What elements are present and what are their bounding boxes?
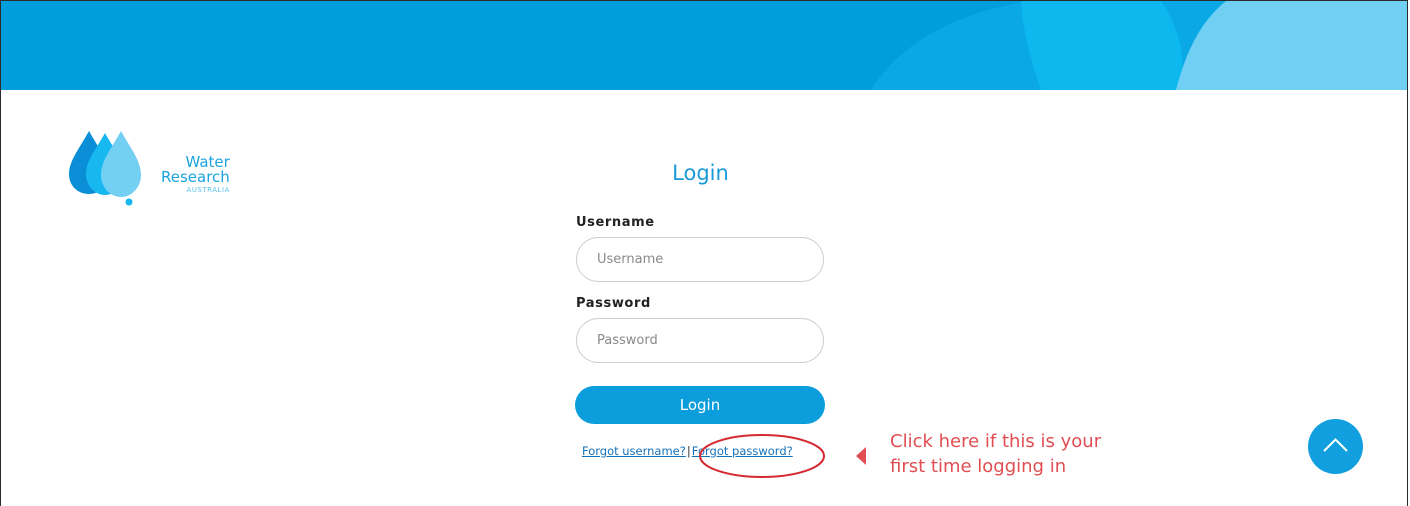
forgot-username-link[interactable]: Forgot username?	[582, 444, 686, 458]
login-title: Login	[672, 161, 729, 185]
login-button[interactable]: Login	[575, 386, 825, 424]
chevron-up-icon	[1323, 438, 1348, 452]
banner-wave-graphic	[1, 1, 1407, 90]
username-input[interactable]	[576, 237, 824, 282]
header-banner	[1, 1, 1407, 90]
link-separator: |	[686, 444, 691, 458]
page-frame: Water Research AUSTRALIA Login Username …	[0, 0, 1408, 506]
logo-line-australia: AUSTRALIA	[186, 186, 230, 194]
annotation-callout: Click here if this is your first time lo…	[890, 429, 1150, 479]
username-label: Username	[576, 215, 655, 230]
annotation-line-1: Click here if this is your	[890, 431, 1102, 452]
annotation-oval-highlight	[699, 434, 825, 478]
password-label: Password	[576, 296, 651, 311]
annotation-line-2: first time logging in	[890, 456, 1067, 477]
scroll-to-top-button[interactable]	[1308, 419, 1363, 474]
password-input[interactable]	[576, 318, 824, 363]
annotation-arrow-icon	[856, 447, 866, 465]
